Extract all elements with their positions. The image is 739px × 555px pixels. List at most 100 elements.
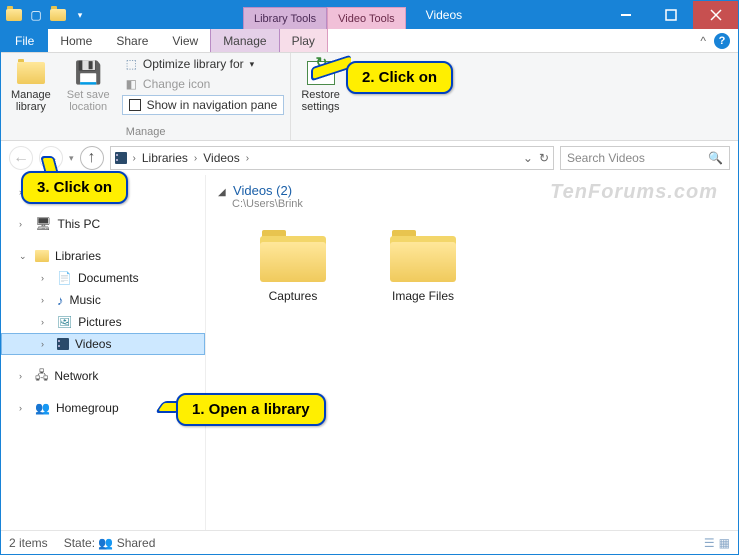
show-nav-label: Show in navigation pane [147,98,278,112]
content-group-header[interactable]: ◢ Videos (2) [218,183,726,198]
navigation-pane[interactable]: ›☁OneDrive ›🖥This PC ⌄Libraries ›📄Docume… [1,175,206,530]
breadcrumb-videos[interactable]: Videos [203,151,239,165]
quick-access-toolbar: ▢ ▾ [1,1,93,29]
tree-label: Videos [75,337,111,351]
group-header-text: Videos (2) [233,183,292,198]
optimize-library-button[interactable]: ⬚ Optimize library for ▾ [122,55,285,73]
search-placeholder: Search Videos [567,151,645,165]
contextual-tabs: Library Tools Video Tools [243,1,406,29]
optimize-icon: ⬚ [126,57,137,71]
properties-icon[interactable]: ▢ [27,6,45,24]
pc-icon: 🖥 [35,216,52,232]
minimize-button[interactable] [603,1,648,29]
tree-label: This PC [58,217,101,231]
callout-1: 1. Open a library [176,393,326,426]
icons-view-icon[interactable]: ▦ [719,536,730,550]
tree-network[interactable]: ›🖧Network [1,365,205,387]
tab-home[interactable]: Home [48,29,104,52]
tree-pictures[interactable]: ›🖼Pictures [1,311,205,333]
restore-settings-label: Restore settings [301,89,340,113]
up-button[interactable]: ↑ [80,146,104,170]
recent-locations-icon[interactable]: ▾ [69,153,74,164]
tree-music[interactable]: ›♪Music [1,289,205,311]
address-bar[interactable]: › Libraries › Videos › ⌄ ↻ [110,146,554,170]
status-bar: 2 items State: 👥 Shared ☰ ▦ [1,530,738,554]
ribbon-help-area: ^ ? [700,29,738,52]
tab-share[interactable]: Share [104,29,160,52]
shared-icon: 👥 [98,536,113,550]
context-tab-video-tools: Video Tools [327,7,405,29]
ribbon-group-label-manage: Manage [126,126,166,138]
status-state: State: 👥 Shared [64,536,156,550]
show-in-nav-pane-checkbox[interactable]: Show in navigation pane [122,95,285,115]
manage-library-icon [15,59,47,87]
tree-videos[interactable]: ›Videos [1,333,205,355]
manage-library-label: Manage library [11,89,51,113]
ribbon-tabs: File Home Share View Manage Play ^ ? [1,29,738,53]
documents-icon: 📄 [57,271,72,285]
folder-icon [258,228,328,283]
callout-2: 2. Click on [346,61,453,94]
status-state-label: State: [64,536,95,550]
folder-name: Image Files [392,289,454,303]
network-icon: 🖧 [35,366,48,387]
details-view-icon[interactable]: ☰ [704,536,715,550]
folder-item-image-files[interactable]: Image Files [378,228,468,303]
explorer-body: ›☁OneDrive ›🖥This PC ⌄Libraries ›📄Docume… [1,175,738,530]
tree-libraries[interactable]: ⌄Libraries [1,245,205,267]
tree-this-pc[interactable]: ›🖥This PC [1,213,205,235]
window-controls [603,1,738,29]
status-item-count: 2 items [9,536,48,550]
set-save-location-label: Set save location [67,89,110,113]
tab-manage-library[interactable]: Manage [210,29,279,52]
chevron-icon[interactable]: › [246,153,249,164]
breadcrumb-libraries[interactable]: Libraries [142,151,188,165]
collapse-group-icon[interactable]: ◢ [218,187,226,198]
tree-label: Network [54,369,98,383]
view-switcher: ☰ ▦ [704,536,730,550]
folder-list: Captures Image Files [218,228,726,303]
tree-label: Libraries [55,249,101,263]
content-pane[interactable]: TenForums.com ◢ Videos (2) C:\Users\Brin… [206,175,738,530]
help-icon[interactable]: ? [714,33,730,49]
chevron-icon[interactable]: › [194,153,197,164]
context-tab-library-tools: Library Tools [243,7,327,29]
set-save-location-button[interactable]: 💾 Set save location [63,55,114,117]
new-folder-icon[interactable] [49,6,67,24]
chevron-icon[interactable]: › [133,153,136,164]
tree-documents[interactable]: ›📄Documents [1,267,205,289]
manage-library-button[interactable]: Manage library [7,55,55,117]
folder-item-captures[interactable]: Captures [248,228,338,303]
search-input[interactable]: Search Videos 🔍 [560,146,730,170]
window-title: Videos [426,8,462,22]
refresh-icon[interactable]: ↻ [539,151,549,165]
tab-file[interactable]: File [1,29,48,52]
tree-label: Homegroup [56,401,119,415]
folder-name: Captures [269,289,318,303]
dropdown-icon: ▾ [250,59,255,70]
address-dropdown-icon[interactable]: ⌄ [523,151,533,165]
change-icon-label: Change icon [143,77,210,91]
close-button[interactable] [693,1,738,29]
explorer-icon [5,6,23,24]
folder-icon [388,228,458,283]
tree-label: Music [70,293,101,307]
tree-label: Documents [78,271,139,285]
maximize-button[interactable] [648,1,693,29]
tab-view[interactable]: View [160,29,210,52]
change-icon-icon: ◧ [126,77,137,91]
videos-icon [57,338,69,350]
homegroup-icon: 👥 [35,401,50,415]
ribbon-small-buttons: ⬚ Optimize library for ▾ ◧ Change icon S… [122,55,285,115]
collapse-ribbon-icon[interactable]: ^ [700,34,706,48]
pictures-icon: 🖼 [57,315,72,329]
search-icon: 🔍 [708,151,723,165]
tab-play[interactable]: Play [280,29,328,52]
qat-dropdown-icon[interactable]: ▾ [71,6,89,24]
tree-label: Pictures [78,315,121,329]
change-icon-button[interactable]: ◧ Change icon [122,75,285,93]
title-bar: ▢ ▾ Library Tools Video Tools Videos [1,1,738,29]
back-button[interactable]: ← [9,146,33,170]
status-shared-text: Shared [117,536,156,550]
checkbox-icon [129,99,141,111]
